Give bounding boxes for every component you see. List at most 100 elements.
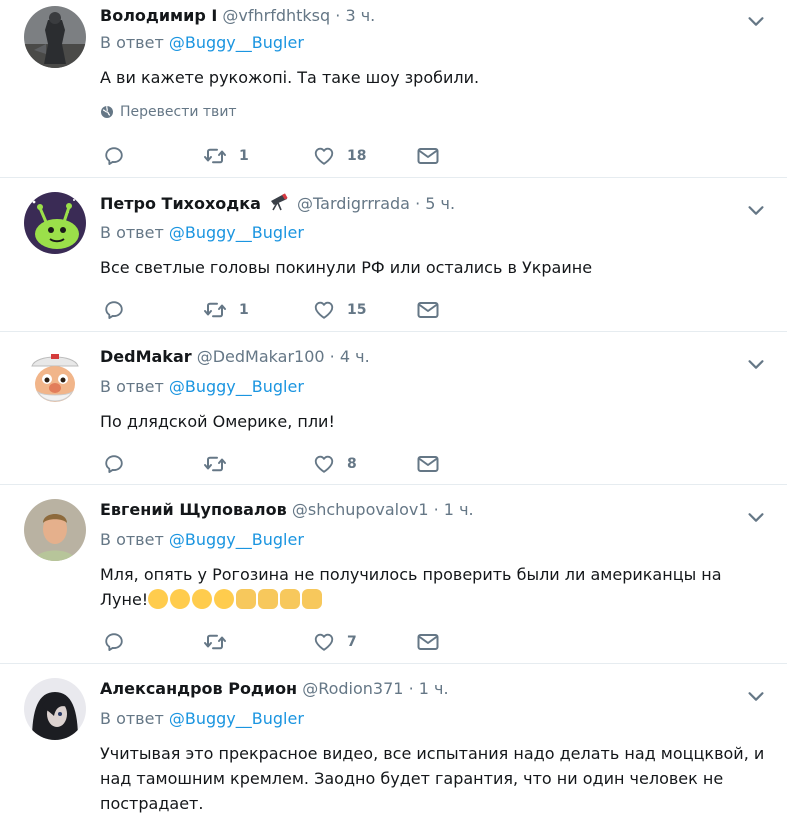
message-button[interactable] xyxy=(416,144,440,168)
globe-icon xyxy=(101,105,113,118)
reply-button[interactable] xyxy=(103,453,125,475)
chevron-down-icon[interactable] xyxy=(745,353,767,375)
tweet[interactable]: Евгений Щуповалов @shchupovalov1 · 1 ч. … xyxy=(0,485,787,664)
reply-to-link[interactable]: @Buggy__Bugler xyxy=(169,709,304,728)
tweet-text-line: Мля, опять у Рогозина не получилось пров… xyxy=(100,565,722,584)
message-icon xyxy=(416,144,440,168)
avatar[interactable] xyxy=(24,6,86,68)
reply-label: В ответ xyxy=(100,377,164,396)
like-icon xyxy=(313,631,335,653)
reply-to-link[interactable]: @Buggy__Bugler xyxy=(169,223,304,242)
tweet-text: Учитывая это прекрасное видео, все испыт… xyxy=(100,744,765,813)
separator: · xyxy=(433,500,439,519)
clap-emoji xyxy=(236,589,257,609)
translate-link[interactable]: Перевести твит xyxy=(100,104,237,120)
author-handle[interactable]: @Rodion371 xyxy=(302,679,403,698)
timestamp[interactable]: 1 ч. xyxy=(444,500,474,519)
like-button[interactable]: 18 xyxy=(313,145,366,167)
reply-label: В ответ xyxy=(100,709,164,728)
message-button[interactable] xyxy=(416,630,440,654)
chevron-down-icon[interactable] xyxy=(745,199,767,221)
like-icon xyxy=(313,453,335,475)
message-icon xyxy=(416,630,440,654)
like-count: 15 xyxy=(347,302,367,318)
retweet-button[interactable]: 1 xyxy=(203,298,249,322)
author-name[interactable]: Петро Тихоходка xyxy=(100,194,261,213)
rofl-emoji xyxy=(214,589,235,609)
tweet[interactable]: DedMakar @DedMakar100 · 4 ч. В ответ @Bu… xyxy=(0,332,787,485)
grinning-squint-emoji xyxy=(170,589,191,609)
like-button[interactable]: 15 xyxy=(313,299,366,321)
clap-emoji xyxy=(280,589,301,609)
separator: · xyxy=(335,6,341,25)
author-handle[interactable]: @vfhrfdhtksq xyxy=(222,6,330,25)
retweet-icon xyxy=(203,452,227,476)
author-name[interactable]: Володимир І xyxy=(100,6,217,25)
like-icon xyxy=(313,145,335,167)
avatar[interactable] xyxy=(24,499,86,561)
retweet-icon xyxy=(203,298,227,322)
like-button[interactable]: 7 xyxy=(313,631,357,653)
timestamp[interactable]: 3 ч. xyxy=(345,6,375,25)
tweet-text: А ви кажете рукожопі. Та таке шоу зробил… xyxy=(100,68,480,87)
separator: · xyxy=(408,679,414,698)
reply-to-link[interactable]: @Buggy__Bugler xyxy=(169,377,304,396)
avatar[interactable] xyxy=(24,678,86,740)
reply-label: В ответ xyxy=(100,530,164,549)
like-count: 18 xyxy=(347,148,367,164)
telescope-emoji xyxy=(268,191,290,218)
translate-label: Перевести твит xyxy=(120,104,237,120)
author-name[interactable]: DedMakar xyxy=(100,347,192,366)
reply-icon xyxy=(103,299,125,321)
tweet[interactable]: Петро Тихоходка @Tardigrrrada · 5 ч. В о… xyxy=(0,178,787,332)
author-handle[interactable]: @DedMakar100 xyxy=(197,347,325,366)
reply-context: В ответ @Buggy__Bugler xyxy=(100,33,304,52)
reply-label: В ответ xyxy=(100,33,164,52)
author-name[interactable]: Евгений Щуповалов xyxy=(100,500,287,519)
tweet-text-fragment: Луне! xyxy=(100,590,149,609)
avatar[interactable] xyxy=(24,192,86,254)
reply-button[interactable] xyxy=(103,145,125,167)
reply-icon xyxy=(103,453,125,475)
tweet-text: Все светлые головы покинули РФ или остал… xyxy=(100,258,593,277)
retweet-icon xyxy=(203,144,227,168)
avatar[interactable] xyxy=(24,346,86,408)
tweet[interactable]: Александров Родион @Rodion371 · 1 ч. В о… xyxy=(0,664,787,823)
retweet-button[interactable] xyxy=(203,630,239,654)
reply-to-link[interactable]: @Buggy__Bugler xyxy=(169,33,304,52)
retweet-count: 1 xyxy=(239,302,249,318)
reply-context: В ответ @Buggy__Bugler xyxy=(100,223,304,242)
retweet-count: 1 xyxy=(239,148,249,164)
reply-button[interactable] xyxy=(103,299,125,321)
message-icon xyxy=(416,298,440,322)
retweet-icon xyxy=(203,630,227,654)
message-button[interactable] xyxy=(416,452,440,476)
separator: · xyxy=(329,347,335,366)
author-handle[interactable]: @shchupovalov1 xyxy=(292,500,429,519)
tweet-text-line: Луне! xyxy=(100,587,767,612)
reply-context: В ответ @Buggy__Bugler xyxy=(100,530,304,549)
like-button[interactable]: 8 xyxy=(313,453,357,475)
timestamp[interactable]: 4 ч. xyxy=(340,347,370,366)
like-count: 7 xyxy=(347,634,357,650)
author-handle[interactable]: @Tardigrrrada xyxy=(297,194,410,213)
message-icon xyxy=(416,452,440,476)
like-count: 8 xyxy=(347,456,357,472)
reply-to-link[interactable]: @Buggy__Bugler xyxy=(169,530,304,549)
chevron-down-icon[interactable] xyxy=(745,685,767,707)
chevron-down-icon[interactable] xyxy=(745,10,767,32)
message-button[interactable] xyxy=(416,298,440,322)
laughing-tears-emoji xyxy=(148,589,169,609)
timestamp[interactable]: 5 ч. xyxy=(425,194,455,213)
grin-sweat-emoji xyxy=(192,589,213,609)
author-name[interactable]: Александров Родион xyxy=(100,679,297,698)
reply-button[interactable] xyxy=(103,631,125,653)
timestamp[interactable]: 1 ч. xyxy=(419,679,449,698)
like-icon xyxy=(313,299,335,321)
chevron-down-icon[interactable] xyxy=(745,506,767,528)
retweet-button[interactable] xyxy=(203,452,239,476)
separator: · xyxy=(415,194,421,213)
tweet[interactable]: Володимир І @vfhrfdhtksq · 3 ч. В ответ … xyxy=(0,0,787,178)
retweet-button[interactable]: 1 xyxy=(203,144,249,168)
reply-icon xyxy=(103,631,125,653)
